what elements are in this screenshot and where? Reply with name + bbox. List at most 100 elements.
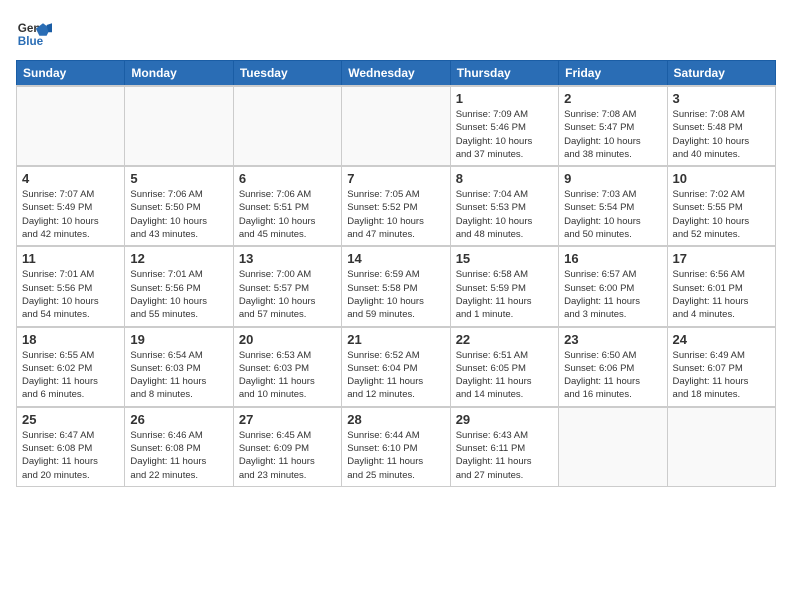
header: General Blue [16,16,776,52]
calendar-cell: 1 Sunrise: 7:09 AM Sunset: 5:46 PM Daylig… [450,86,558,166]
day-number: 19 [130,332,227,347]
day-number: 10 [673,171,770,186]
calendar-cell [17,86,125,166]
calendar-cell [233,86,341,166]
day-number: 23 [564,332,661,347]
day-number: 15 [456,251,553,266]
day-number: 9 [564,171,661,186]
day-number: 27 [239,412,336,427]
day-info: Sunrise: 7:08 AM Sunset: 5:47 PM Dayligh… [564,108,661,161]
logo: General Blue [16,16,52,52]
day-number: 29 [456,412,553,427]
day-number: 3 [673,91,770,106]
calendar-cell: 11 Sunrise: 7:01 AM Sunset: 5:56 PM Dayli… [17,246,125,326]
day-header-saturday: Saturday [667,61,775,87]
calendar-cell: 29 Sunrise: 6:43 AM Sunset: 6:11 PM Dayli… [450,407,558,487]
day-number: 4 [22,171,119,186]
day-header-tuesday: Tuesday [233,61,341,87]
calendar-cell: 16 Sunrise: 6:57 AM Sunset: 6:00 PM Dayli… [559,246,667,326]
day-info: Sunrise: 6:49 AM Sunset: 6:07 PM Dayligh… [673,349,770,402]
logo-icon: General Blue [16,16,52,52]
day-info: Sunrise: 6:58 AM Sunset: 5:59 PM Dayligh… [456,268,553,321]
day-number: 28 [347,412,444,427]
calendar-cell: 24 Sunrise: 6:49 AM Sunset: 6:07 PM Dayli… [667,327,775,407]
calendar-cell: 27 Sunrise: 6:45 AM Sunset: 6:09 PM Dayli… [233,407,341,487]
calendar-cell: 10 Sunrise: 7:02 AM Sunset: 5:55 PM Dayli… [667,166,775,246]
day-info: Sunrise: 7:05 AM Sunset: 5:52 PM Dayligh… [347,188,444,241]
day-info: Sunrise: 6:56 AM Sunset: 6:01 PM Dayligh… [673,268,770,321]
day-info: Sunrise: 6:44 AM Sunset: 6:10 PM Dayligh… [347,429,444,482]
day-info: Sunrise: 7:02 AM Sunset: 5:55 PM Dayligh… [673,188,770,241]
day-number: 18 [22,332,119,347]
svg-text:Blue: Blue [18,35,44,48]
day-number: 16 [564,251,661,266]
week-row-5: 25 Sunrise: 6:47 AM Sunset: 6:08 PM Dayli… [17,407,776,487]
calendar-cell: 9 Sunrise: 7:03 AM Sunset: 5:54 PM Daylig… [559,166,667,246]
calendar-cell: 28 Sunrise: 6:44 AM Sunset: 6:10 PM Dayli… [342,407,450,487]
day-info: Sunrise: 6:50 AM Sunset: 6:06 PM Dayligh… [564,349,661,402]
day-info: Sunrise: 6:54 AM Sunset: 6:03 PM Dayligh… [130,349,227,402]
day-info: Sunrise: 7:08 AM Sunset: 5:48 PM Dayligh… [673,108,770,161]
day-number: 26 [130,412,227,427]
day-number: 24 [673,332,770,347]
calendar-table: SundayMondayTuesdayWednesdayThursdayFrid… [16,60,776,487]
day-number: 20 [239,332,336,347]
calendar-cell: 17 Sunrise: 6:56 AM Sunset: 6:01 PM Dayli… [667,246,775,326]
day-info: Sunrise: 6:43 AM Sunset: 6:11 PM Dayligh… [456,429,553,482]
day-header-monday: Monday [125,61,233,87]
day-number: 8 [456,171,553,186]
day-number: 11 [22,251,119,266]
day-info: Sunrise: 7:09 AM Sunset: 5:46 PM Dayligh… [456,108,553,161]
calendar-cell: 20 Sunrise: 6:53 AM Sunset: 6:03 PM Dayli… [233,327,341,407]
calendar-cell: 4 Sunrise: 7:07 AM Sunset: 5:49 PM Daylig… [17,166,125,246]
calendar-cell: 15 Sunrise: 6:58 AM Sunset: 5:59 PM Dayli… [450,246,558,326]
day-info: Sunrise: 6:45 AM Sunset: 6:09 PM Dayligh… [239,429,336,482]
day-number: 25 [22,412,119,427]
calendar-cell: 13Sunrise: 7:00 AM Sunset: 5:57 PM Dayli… [233,246,341,326]
day-header-sunday: Sunday [17,61,125,87]
day-info: Sunrise: 6:52 AM Sunset: 6:04 PM Dayligh… [347,349,444,402]
calendar-cell [667,407,775,487]
day-number: 5 [130,171,227,186]
calendar-cell: 18 Sunrise: 6:55 AM Sunset: 6:02 PM Dayli… [17,327,125,407]
calendar-cell: 14 Sunrise: 6:59 AM Sunset: 5:58 PM Dayli… [342,246,450,326]
day-number: 14 [347,251,444,266]
calendar-cell: 23 Sunrise: 6:50 AM Sunset: 6:06 PM Dayli… [559,327,667,407]
day-info: Sunrise: 7:03 AM Sunset: 5:54 PM Dayligh… [564,188,661,241]
day-info: Sunrise: 7:06 AM Sunset: 5:51 PM Dayligh… [239,188,336,241]
calendar-cell: 5 Sunrise: 7:06 AM Sunset: 5:50 PM Daylig… [125,166,233,246]
day-info: Sunrise: 6:55 AM Sunset: 6:02 PM Dayligh… [22,349,119,402]
day-info: Sunrise: 7:04 AM Sunset: 5:53 PM Dayligh… [456,188,553,241]
calendar-cell: 21Sunrise: 6:52 AM Sunset: 6:04 PM Dayli… [342,327,450,407]
week-row-2: 4 Sunrise: 7:07 AM Sunset: 5:49 PM Daylig… [17,166,776,246]
calendar-cell: 19 Sunrise: 6:54 AM Sunset: 6:03 PM Dayli… [125,327,233,407]
calendar-cell: 7 Sunrise: 7:05 AM Sunset: 5:52 PM Daylig… [342,166,450,246]
day-info: Sunrise: 6:47 AM Sunset: 6:08 PM Dayligh… [22,429,119,482]
calendar-cell: 8 Sunrise: 7:04 AM Sunset: 5:53 PM Daylig… [450,166,558,246]
calendar-cell: 26 Sunrise: 6:46 AM Sunset: 6:08 PM Dayli… [125,407,233,487]
calendar-header-row: SundayMondayTuesdayWednesdayThursdayFrid… [17,61,776,87]
day-info: Sunrise: 7:00 AM Sunset: 5:57 PM Dayligh… [239,268,336,321]
calendar-cell: 3 Sunrise: 7:08 AM Sunset: 5:48 PM Daylig… [667,86,775,166]
calendar-cell: 6 Sunrise: 7:06 AM Sunset: 5:51 PM Daylig… [233,166,341,246]
day-number: 2 [564,91,661,106]
day-info: Sunrise: 6:59 AM Sunset: 5:58 PM Dayligh… [347,268,444,321]
day-info: Sunrise: 7:01 AM Sunset: 5:56 PM Dayligh… [130,268,227,321]
day-info: Sunrise: 7:07 AM Sunset: 5:49 PM Dayligh… [22,188,119,241]
day-info: Sunrise: 6:57 AM Sunset: 6:00 PM Dayligh… [564,268,661,321]
day-header-friday: Friday [559,61,667,87]
day-info: Sunrise: 6:53 AM Sunset: 6:03 PM Dayligh… [239,349,336,402]
day-info: Sunrise: 7:01 AM Sunset: 5:56 PM Dayligh… [22,268,119,321]
day-number: 6 [239,171,336,186]
calendar-cell: 22Sunrise: 6:51 AM Sunset: 6:05 PM Dayli… [450,327,558,407]
calendar-cell: 2 Sunrise: 7:08 AM Sunset: 5:47 PM Daylig… [559,86,667,166]
day-number: 7 [347,171,444,186]
calendar-cell: 12Sunrise: 7:01 AM Sunset: 5:56 PM Dayli… [125,246,233,326]
day-info: Sunrise: 6:46 AM Sunset: 6:08 PM Dayligh… [130,429,227,482]
day-header-wednesday: Wednesday [342,61,450,87]
day-number: 22 [456,332,553,347]
day-info: Sunrise: 7:06 AM Sunset: 5:50 PM Dayligh… [130,188,227,241]
week-row-3: 11 Sunrise: 7:01 AM Sunset: 5:56 PM Dayli… [17,246,776,326]
day-number: 1 [456,91,553,106]
day-number: 17 [673,251,770,266]
